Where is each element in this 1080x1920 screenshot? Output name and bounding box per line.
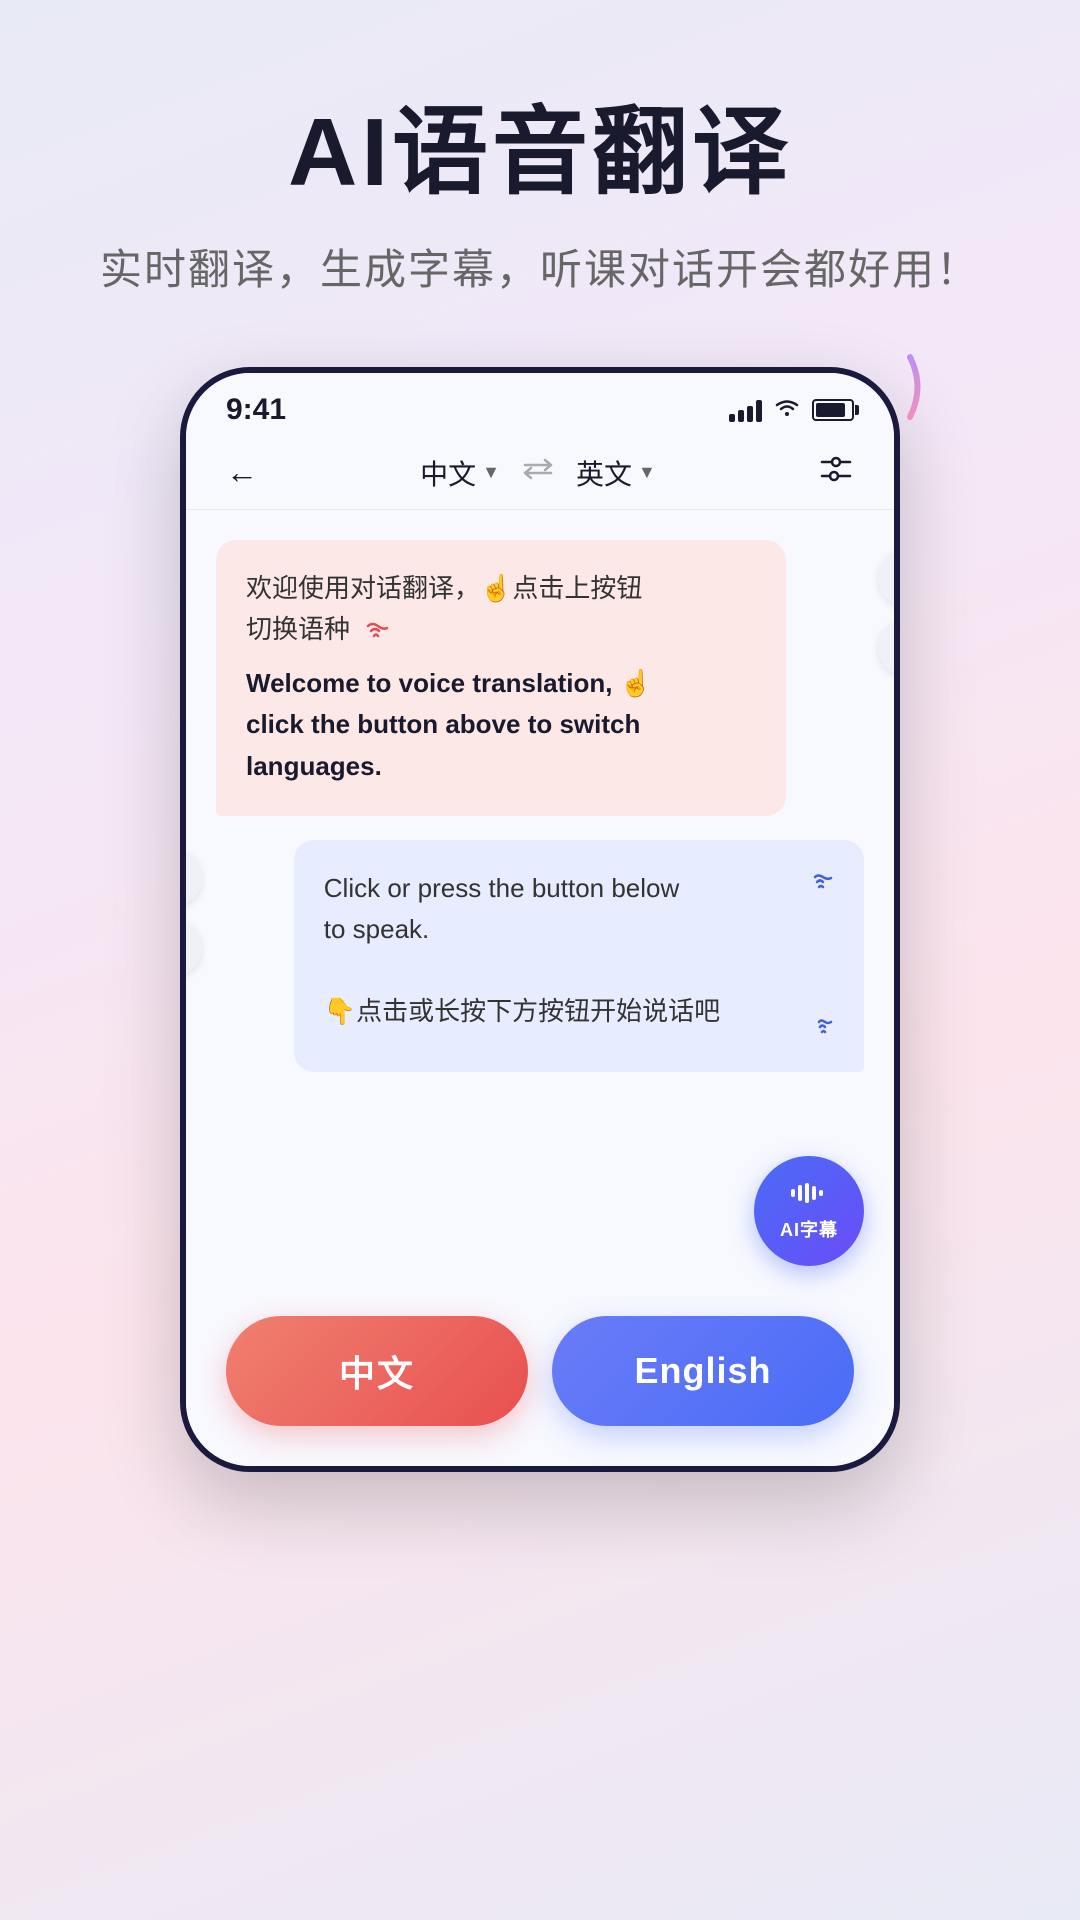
target-lang-arrow: ▼ bbox=[638, 462, 656, 483]
bubble2-text-en: Click or press the button belowto speak. bbox=[324, 868, 680, 951]
phone-frame: 9:41 bbox=[180, 367, 900, 1473]
chat-area: 欢迎使用对话翻译，☝️点击上按钮切换语种 Welcome to voice t bbox=[186, 510, 894, 1297]
source-language-selector[interactable]: 中文 ▼ bbox=[420, 453, 500, 493]
bubble1-text-cn: 欢迎使用对话翻译，☝️点击上按钮切换语种 bbox=[246, 568, 756, 651]
bubble2-text-cn: 👇点击或长按下方按钮开始说话吧 bbox=[324, 991, 720, 1033]
bubble2-side-buttons: ••• bbox=[180, 850, 202, 976]
deco-arc-icon bbox=[850, 347, 930, 427]
back-button[interactable]: ← bbox=[226, 454, 258, 491]
ai-subtitle-icon bbox=[789, 1181, 829, 1212]
bubble2-wrapper: ••• Click or press the button belowto sp… bbox=[216, 840, 864, 1073]
mic-button-1[interactable] bbox=[878, 550, 900, 606]
status-icons bbox=[729, 396, 854, 424]
english-speak-button[interactable]: English bbox=[552, 1316, 854, 1426]
page-wrapper: AI语音翻译 实时翻译，生成字幕，听课对话开会都好用！ 9:41 bbox=[0, 0, 1080, 1920]
bubble1-side-buttons: ••• bbox=[878, 550, 900, 676]
bubble1-text-en: Welcome to voice translation, ☝️ click t… bbox=[246, 663, 756, 788]
speaker2-bubble: Click or press the button belowto speak. bbox=[294, 840, 864, 1073]
chinese-speak-button[interactable]: 中文 bbox=[226, 1316, 528, 1426]
header-section: AI语音翻译 实时翻译，生成字幕，听课对话开会都好用！ bbox=[0, 0, 1080, 347]
source-lang-arrow: ▼ bbox=[482, 462, 500, 483]
bottom-buttons-bar: 中文 English bbox=[186, 1296, 894, 1466]
status-time: 9:41 bbox=[226, 393, 286, 427]
settings-button[interactable] bbox=[818, 454, 854, 492]
language-selector: 中文 ▼ 英文 ▼ bbox=[420, 453, 656, 493]
main-title: AI语音翻译 bbox=[60, 100, 1020, 206]
nav-bar: ← 中文 ▼ 英文 ▼ bbox=[186, 437, 894, 510]
wifi-icon bbox=[774, 396, 800, 424]
sub-title: 实时翻译，生成字幕，听课对话开会都好用！ bbox=[60, 236, 1020, 297]
more-button-1[interactable]: ••• bbox=[878, 620, 900, 676]
bubble1-wrapper: 欢迎使用对话翻译，☝️点击上按钮切换语种 Welcome to voice t bbox=[216, 540, 864, 816]
target-language-selector[interactable]: 英文 ▼ bbox=[576, 453, 656, 493]
phone-container: 9:41 bbox=[180, 367, 900, 1473]
signal-icon bbox=[729, 398, 762, 422]
status-bar: 9:41 bbox=[186, 373, 894, 437]
swap-language-button[interactable] bbox=[520, 455, 556, 490]
ai-subtitle-button[interactable]: AI字幕 bbox=[754, 1156, 864, 1266]
mic-button-2[interactable] bbox=[180, 850, 202, 906]
speaker1-bubble: 欢迎使用对话翻译，☝️点击上按钮切换语种 Welcome to voice t bbox=[216, 540, 786, 816]
more-button-2[interactable]: ••• bbox=[180, 920, 202, 976]
battery-icon bbox=[812, 399, 854, 421]
ai-subtitle-label: AI字幕 bbox=[780, 1216, 838, 1242]
